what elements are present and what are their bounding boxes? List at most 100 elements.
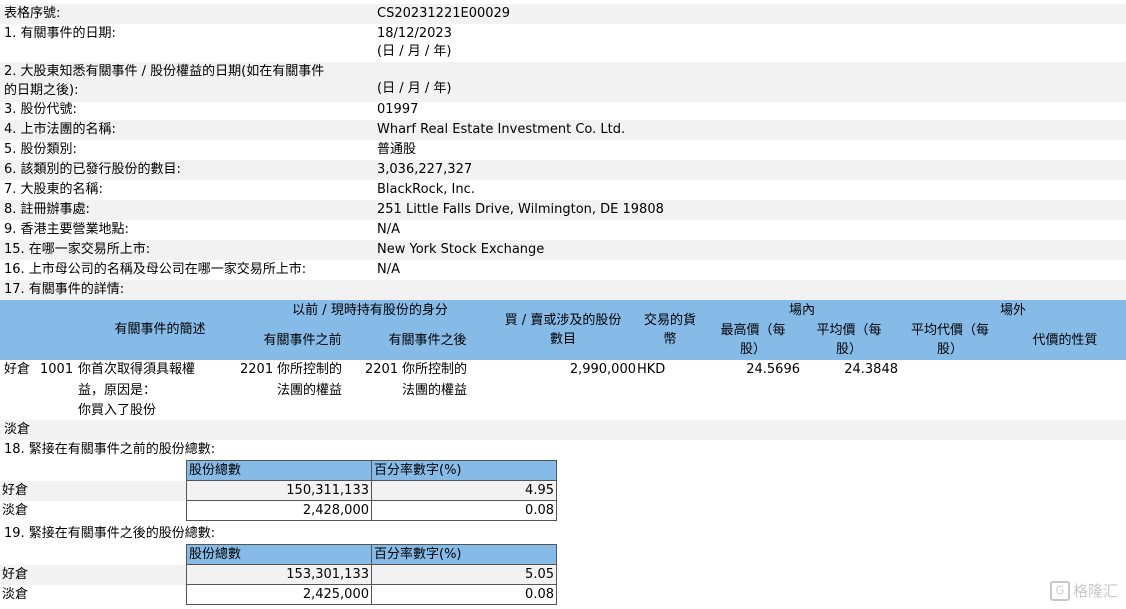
row-label: 好倉 [0,480,187,501]
section-18-table: 股份總數 百分率數字(%) 好倉 150,311,133 4.95 淡倉 2,4… [0,460,557,521]
table-row: 淡倉 2,425,000 0.08 [0,584,557,605]
header-capacity: 以前 / 現時持有股份的身分 [292,303,448,318]
event-desc-line3: 你買入了股份 [78,403,157,418]
item-16-row: 16. 上市母公司的名稱及母公司在哪一家交易所上市: N/A [0,260,1126,280]
header-on-exchange: 場內 [788,303,815,318]
header-avg-cons-l2: 股） [936,342,963,357]
item-5-row: 5. 股份類別: 普通股 [0,140,1126,160]
header-currency-l2: 幣 [663,332,677,347]
total-shares: 150,311,133 [186,480,372,501]
average-price: 24.3848 [844,362,898,377]
total-shares: 153,301,133 [186,564,372,585]
item-5-value: 普通股 [377,142,417,157]
item-15-row: 15. 在哪一家交易所上市: New York Stock Exchange [0,240,1126,260]
item-9-row: 9. 香港主要營業地點: N/A [0,220,1126,240]
item-1-row: 1. 有關事件的日期: 18/12/2023 (日 / 月 / 年) [0,24,1126,62]
after-capacity-code: 2201 [365,362,399,377]
item-2-row: 2. 大股東知悉有關事件 / 股份權益的日期(如在有關事件 的日期之後): (日… [0,62,1126,102]
item-4-label: 4. 上市法團的名稱: [4,122,116,137]
table-row: 好倉 150,311,133 4.95 [0,480,557,501]
header-event-desc: 有關事件的簡述 [114,322,206,337]
item-15-value: New York Stock Exchange [377,242,545,257]
header-high-l1: 最高價（每 [720,323,786,338]
item-2-value: (日 / 月 / 年) [377,81,452,96]
before-capacity-code: 2201 [240,362,274,377]
item-9-label: 9. 香港主要營業地點: [4,222,129,237]
before-capacity-line1: 你所控制的 [277,362,343,377]
sec19-col-total: 股份總數 [186,544,372,565]
header-after: 有關事件之後 [388,333,467,348]
item-2-label-cont: 的日期之後): [4,83,79,98]
row-label: 好倉 [0,564,187,585]
header-before: 有關事件之前 [263,333,342,348]
item-1-value: 18/12/2023 [377,26,452,41]
item-6-row: 6. 該類別的已發行股份的數目: 3,036,227,327 [0,160,1126,180]
total-shares: 2,425,000 [186,584,372,605]
item-8-row: 8. 註冊辦事處: 251 Little Falls Drive, Wilmin… [0,200,1126,220]
item-16-label: 16. 上市母公司的名稱及母公司在哪一家交易所上市: [4,262,307,277]
item-17-row: 17. 有關事件的詳情: [0,280,1126,300]
item-4-value: Wharf Real Estate Investment Co. Ltd. [377,122,626,137]
section-18-title-row: 18. 緊接在有關事件之前的股份總數: [0,440,1126,460]
section-19-table: 股份總數 百分率數字(%) 好倉 153,301,133 5.05 淡倉 2,4… [0,544,557,605]
item-7-value: BlackRock, Inc. [377,182,475,197]
form-number-label: 表格序號: [4,6,61,21]
after-capacity-line1: 你所控制的 [402,362,468,377]
percentage: 0.08 [371,584,557,605]
section-19-title: 19. 緊接在有關事件之後的股份總數: [4,526,216,541]
shares-involved: 2,990,000 [569,362,636,377]
form-number-row: 表格序號: CS20231221E00029 [0,4,1126,24]
item-3-value: 01997 [377,102,419,117]
item-5-label: 5. 股份類別: [4,142,77,157]
item-9-value: N/A [377,222,400,237]
details-row-short: 淡倉 [0,420,1126,440]
table-row: 淡倉 2,428,000 0.08 [0,500,557,521]
details-table-header: 有關事件的簡述 以前 / 現時持有股份的身分 有關事件之前 有關事件之後 買 /… [0,300,1126,360]
item-6-value: 3,036,227,327 [377,162,473,177]
header-avg-l2: 股） [835,342,862,357]
section-19-title-row: 19. 緊接在有關事件之後的股份總數: [0,524,1126,544]
header-off-exchange: 場外 [999,303,1026,318]
watermark-text: 格隆汇 [1072,581,1118,600]
header-high-l2: 股） [739,342,766,357]
sec19-col-pct: 百分率數字(%) [371,544,557,565]
item-17-label: 17. 有關事件的詳情: [4,282,125,297]
item-1-label: 1. 有關事件的日期: [4,26,116,41]
percentage: 4.95 [371,480,557,501]
gelonghui-logo-icon: G [1049,581,1070,601]
percentage: 0.08 [371,500,557,521]
table-row: 好倉 153,301,133 5.05 [0,564,557,585]
item-3-label: 3. 股份代號: [4,102,77,117]
form-number-value: CS20231221E00029 [377,6,511,21]
item-2-label: 2. 大股東知悉有關事件 / 股份權益的日期(如在有關事件 [4,64,325,79]
currency: HKD [637,362,666,377]
section-18-title: 18. 緊接在有關事件之前的股份總數: [4,442,216,457]
item-7-row: 7. 大股東的名稱: BlackRock, Inc. [0,180,1126,200]
event-desc-line2: 益，原因是： [78,383,157,398]
item-16-value: N/A [377,262,400,277]
percentage: 5.05 [371,564,557,585]
total-shares: 2,428,000 [186,500,372,521]
header-shares-l1: 買 / 賣或涉及的股份 [504,313,622,328]
position-type: 好倉 [4,362,31,377]
watermark-logo: G 格隆汇 [1049,580,1118,601]
event-code: 1001 [40,362,74,377]
sec18-col-total: 股份總數 [186,460,372,481]
short-position-label: 淡倉 [4,422,31,437]
header-currency-l1: 交易的貨 [643,313,696,328]
highest-price: 24.5696 [746,362,800,377]
item-6-label: 6. 該類別的已發行股份的數目: [4,162,181,177]
header-avg-cons-l1: 平均代價（每 [910,323,989,338]
event-desc-line1: 你首次取得須具報權 [78,362,196,377]
item-1-format: (日 / 月 / 年) [377,44,452,59]
item-15-label: 15. 在哪一家交易所上市: [4,242,151,257]
row-label: 淡倉 [0,584,187,605]
sec18-col-pct: 百分率數字(%) [371,460,557,481]
after-capacity-line2: 法團的權益 [402,383,468,398]
header-consideration: 代價的性質 [1032,333,1098,348]
before-capacity-line2: 法團的權益 [277,383,343,398]
item-8-label: 8. 註冊辦事處: [4,202,90,217]
item-7-label: 7. 大股東的名稱: [4,182,103,197]
header-avg-l1: 平均價（每 [816,323,882,338]
row-label: 淡倉 [0,500,187,521]
